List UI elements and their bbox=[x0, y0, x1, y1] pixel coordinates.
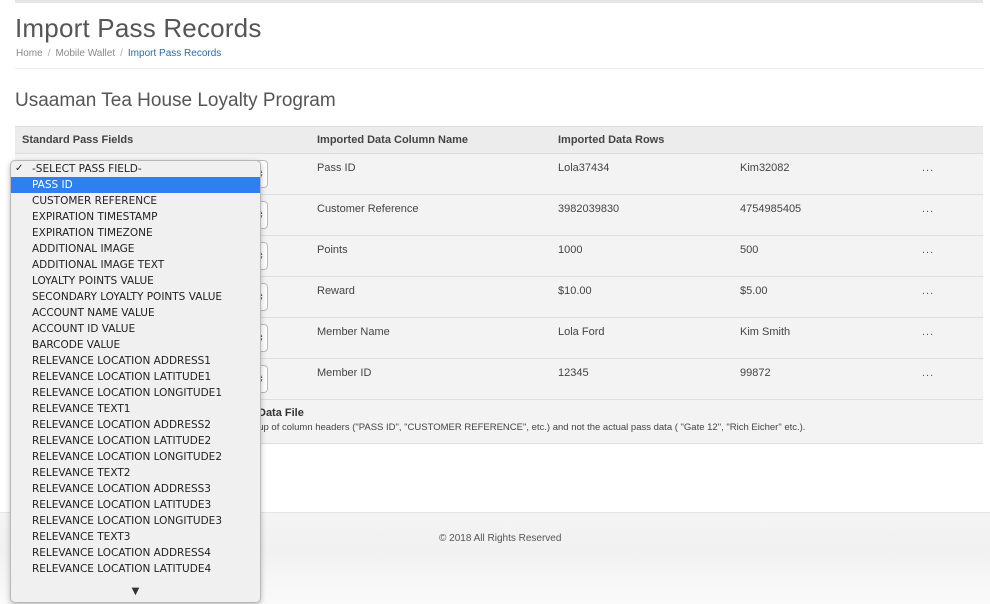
dropdown-option[interactable]: RELEVANCE LOCATION LATITUDE1 bbox=[11, 369, 260, 385]
breadcrumb: Home / Mobile Wallet / Import Pass Records bbox=[16, 48, 221, 59]
dropdown-option-label: RELEVANCE LOCATION LATITUDE2 bbox=[32, 435, 212, 447]
page-title: Import Pass Records bbox=[15, 13, 262, 43]
dropdown-option-label: EXPIRATION TIMESTAMP bbox=[32, 211, 158, 223]
header-imported-column-name: Imported Data Column Name bbox=[317, 134, 468, 146]
dropdown-option-label: RELEVANCE LOCATION ADDRESS1 bbox=[32, 355, 211, 367]
more-rows-ellipsis[interactable]: ... bbox=[922, 326, 934, 338]
dropdown-option-label: EXPIRATION TIMEZONE bbox=[32, 227, 153, 239]
dropdown-option[interactable]: EXPIRATION TIMEZONE bbox=[11, 225, 260, 241]
dropdown-option-label: RELEVANCE TEXT2 bbox=[32, 467, 131, 479]
note-text: de up of column headers ("PASS ID", "CUS… bbox=[245, 422, 806, 433]
dropdown-option[interactable]: RELEVANCE LOCATION LATITUDE4 bbox=[11, 561, 260, 577]
copyright: © 2018 All Rights Reserved bbox=[439, 533, 562, 544]
dropdown-option-label: ADDITIONAL IMAGE TEXT bbox=[32, 259, 165, 271]
imported-row-1-value: Lola Ford bbox=[558, 326, 605, 338]
dropdown-option[interactable]: SECONDARY LOYALTY POINTS VALUE bbox=[11, 289, 260, 305]
dropdown-option-label: RELEVANCE LOCATION LONGITUDE2 bbox=[32, 451, 222, 463]
header-standard-pass-fields: Standard Pass Fields bbox=[22, 134, 134, 146]
imported-row-2-value: 99872 bbox=[740, 367, 771, 379]
dropdown-option-label: RELEVANCE LOCATION LONGITUDE1 bbox=[32, 387, 222, 399]
imported-row-2-value: 500 bbox=[740, 244, 759, 256]
dropdown-option[interactable]: RELEVANCE LOCATION LONGITUDE3 bbox=[11, 513, 260, 529]
checkmark-icon: ✓ bbox=[15, 163, 24, 174]
imported-column-name: Points bbox=[317, 244, 348, 256]
dropdown-option-label: -SELECT PASS FIELD- bbox=[32, 163, 142, 175]
imported-row-1-value: Lola37434 bbox=[558, 162, 610, 174]
more-rows-ellipsis[interactable]: ... bbox=[922, 244, 934, 256]
dropdown-option-label: CUSTOMER REFERENCE bbox=[32, 195, 158, 207]
dropdown-option[interactable]: RELEVANCE LOCATION LATITUDE3 bbox=[11, 497, 260, 513]
more-rows-ellipsis[interactable]: ... bbox=[922, 285, 934, 297]
dropdown-option-label: RELEVANCE TEXT1 bbox=[32, 403, 131, 415]
more-rows-ellipsis[interactable]: ... bbox=[922, 203, 934, 215]
breadcrumb-home[interactable]: Home bbox=[16, 48, 43, 59]
dropdown-option[interactable]: RELEVANCE LOCATION ADDRESS4 bbox=[11, 545, 260, 561]
dropdown-option[interactable]: RELEVANCE LOCATION LONGITUDE2 bbox=[11, 449, 260, 465]
dropdown-option-label: SECONDARY LOYALTY POINTS VALUE bbox=[32, 291, 223, 303]
dropdown-options: ✓ -SELECT PASS FIELD- PASS ID CUSTOMER REFE… bbox=[11, 161, 260, 577]
dropdown-option[interactable]: ADDITIONAL IMAGE bbox=[11, 241, 260, 257]
scroll-down-arrow-icon[interactable]: ▼ bbox=[11, 586, 260, 600]
program-title: Usaaman Tea House Loyalty Program bbox=[15, 90, 336, 111]
dropdown-option[interactable]: RELEVANCE LOCATION LONGITUDE1 bbox=[11, 385, 260, 401]
dropdown-option-label: RELEVANCE LOCATION ADDRESS2 bbox=[32, 419, 211, 431]
dropdown-option-label: RELEVANCE LOCATION LATITUDE1 bbox=[32, 371, 212, 383]
more-rows-ellipsis[interactable]: ... bbox=[922, 162, 934, 174]
imported-column-name: Member Name bbox=[317, 326, 390, 338]
imported-row-2-value: Kim32082 bbox=[740, 162, 790, 174]
imported-row-1-value: 12345 bbox=[558, 367, 589, 379]
dropdown-option[interactable]: RELEVANCE LOCATION ADDRESS3 bbox=[11, 481, 260, 497]
imported-row-1-value: 1000 bbox=[558, 244, 583, 256]
dropdown-option-label: RELEVANCE TEXT3 bbox=[32, 531, 131, 543]
dropdown-option[interactable]: LOYALTY POINTS VALUE bbox=[11, 273, 260, 289]
imported-column-name: Customer Reference bbox=[317, 203, 419, 215]
dropdown-option-label: RELEVANCE LOCATION LONGITUDE3 bbox=[32, 515, 222, 527]
pass-field-dropdown-menu[interactable]: ✓ -SELECT PASS FIELD- PASS ID CUSTOMER REFE… bbox=[10, 160, 261, 603]
table-header: Standard Pass Fields Imported Data Colum… bbox=[15, 126, 983, 154]
dropdown-option-label: RELEVANCE LOCATION LATITUDE3 bbox=[32, 499, 212, 511]
dropdown-option-label: BARCODE VALUE bbox=[32, 339, 121, 351]
dropdown-option-label: RELEVANCE LOCATION ADDRESS4 bbox=[32, 547, 211, 559]
divider bbox=[15, 68, 983, 69]
imported-row-2-value: 4754985405 bbox=[740, 203, 802, 215]
imported-row-1-value: 3982039830 bbox=[558, 203, 620, 215]
dropdown-option[interactable]: CUSTOMER REFERENCE bbox=[11, 193, 260, 209]
dropdown-option[interactable]: ADDITIONAL IMAGE TEXT bbox=[11, 257, 260, 273]
dropdown-option[interactable]: RELEVANCE LOCATION ADDRESS1 bbox=[11, 353, 260, 369]
more-rows-ellipsis[interactable]: ... bbox=[922, 367, 934, 379]
imported-row-2-value: $5.00 bbox=[740, 285, 768, 297]
dropdown-option-label: LOYALTY POINTS VALUE bbox=[32, 275, 154, 287]
dropdown-option-label: PASS ID bbox=[32, 179, 73, 191]
dropdown-option[interactable]: RELEVANCE LOCATION ADDRESS2 bbox=[11, 417, 260, 433]
dropdown-option-label: ADDITIONAL IMAGE bbox=[32, 243, 135, 255]
imported-row-2-value: Kim Smith bbox=[740, 326, 791, 338]
imported-column-name: Member ID bbox=[317, 367, 372, 379]
imported-column-name: Pass ID bbox=[317, 162, 356, 174]
dropdown-option[interactable]: RELEVANCE TEXT1 bbox=[11, 401, 260, 417]
dropdown-option[interactable]: ACCOUNT ID VALUE bbox=[11, 321, 260, 337]
note-title: Data File bbox=[258, 407, 304, 419]
top-border bbox=[15, 0, 983, 3]
dropdown-option-label: ACCOUNT ID VALUE bbox=[32, 323, 136, 335]
imported-column-name: Reward bbox=[317, 285, 355, 297]
breadcrumb-current[interactable]: Import Pass Records bbox=[128, 48, 221, 59]
dropdown-option[interactable]: ACCOUNT NAME VALUE bbox=[11, 305, 260, 321]
dropdown-option[interactable]: EXPIRATION TIMESTAMP bbox=[11, 209, 260, 225]
dropdown-option-label: ACCOUNT NAME VALUE bbox=[32, 307, 155, 319]
dropdown-option[interactable]: PASS ID bbox=[11, 177, 260, 193]
imported-row-1-value: $10.00 bbox=[558, 285, 592, 297]
dropdown-option-label: RELEVANCE LOCATION ADDRESS3 bbox=[32, 483, 211, 495]
breadcrumb-separator: / bbox=[120, 48, 123, 59]
breadcrumb-mobile-wallet[interactable]: Mobile Wallet bbox=[55, 48, 115, 59]
breadcrumb-separator: / bbox=[47, 48, 51, 59]
dropdown-option[interactable]: RELEVANCE TEXT2 bbox=[11, 465, 260, 481]
dropdown-option[interactable]: ✓ -SELECT PASS FIELD- bbox=[11, 161, 260, 177]
header-imported-data-rows: Imported Data Rows bbox=[558, 134, 665, 146]
dropdown-option[interactable]: RELEVANCE TEXT3 bbox=[11, 529, 260, 545]
dropdown-option[interactable]: BARCODE VALUE bbox=[11, 337, 260, 353]
dropdown-option-label: RELEVANCE LOCATION LATITUDE4 bbox=[32, 563, 212, 575]
dropdown-option[interactable]: RELEVANCE LOCATION LATITUDE2 bbox=[11, 433, 260, 449]
